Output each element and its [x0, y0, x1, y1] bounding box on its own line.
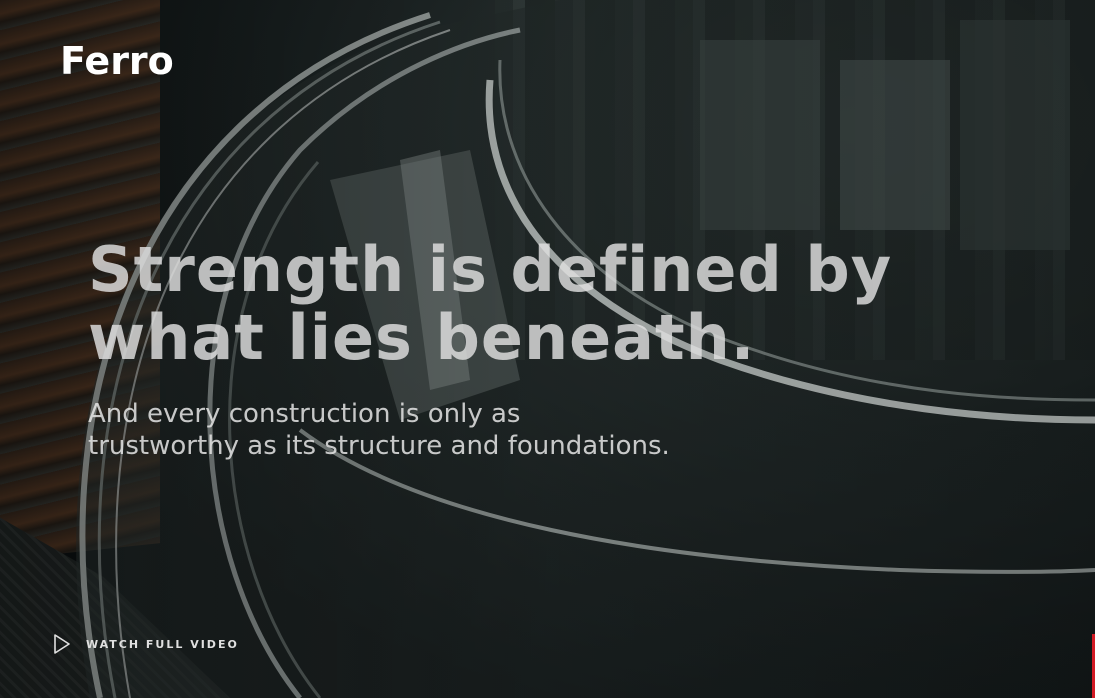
watch-video-button[interactable]: WATCH FULL VIDEO	[52, 633, 239, 655]
hero-headline: Strength is defined by what lies beneath…	[88, 236, 988, 372]
subhead-line-2: trustworthy as its structure and foundat…	[88, 431, 670, 461]
play-icon	[54, 634, 70, 654]
hero-section: Ferro Strength is defined by what lies b…	[0, 0, 1095, 698]
headline-line-2: what lies beneath.	[88, 301, 756, 374]
logo-text: Ferro	[60, 39, 174, 83]
headline-line-1: Strength is defined by	[88, 233, 893, 306]
watch-video-label: WATCH FULL VIDEO	[86, 637, 239, 651]
brand-logo[interactable]: Ferro	[60, 42, 174, 80]
hero-subheading: And every construction is only as trustw…	[88, 398, 788, 462]
subhead-line-1: And every construction is only as	[88, 399, 521, 429]
